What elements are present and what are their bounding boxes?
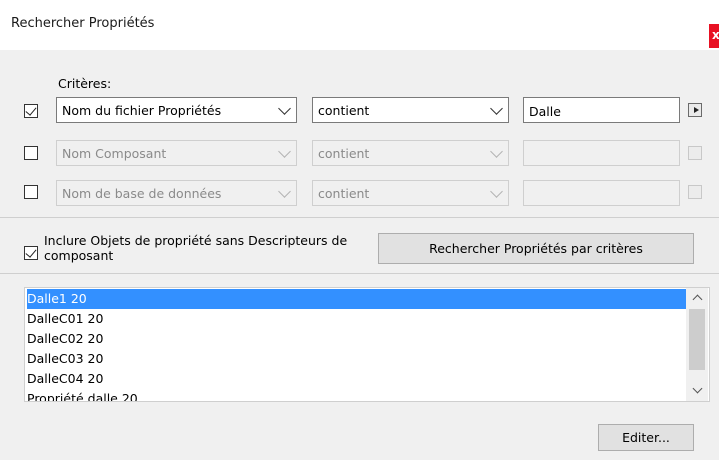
criteria-row1-operator-value: contient (318, 103, 370, 118)
criteria-row3-checkbox[interactable] (24, 185, 38, 199)
criteria-row1-checkbox[interactable] (24, 104, 38, 118)
scroll-down-button[interactable] (686, 381, 708, 401)
criteria-row1-field-select[interactable]: Nom du fichier Propriétés (56, 97, 297, 123)
include-objects-label: Inclure Objets de propriété sans Descrip… (44, 233, 348, 263)
criteria-row3-field-select[interactable]: Nom de base de données (56, 180, 297, 206)
section-divider (0, 273, 719, 274)
list-item[interactable]: Propriété dalle 20 (27, 389, 138, 401)
criteria-row1-operator-select[interactable]: contient (312, 97, 509, 123)
scrollbar-thumb[interactable] (689, 309, 705, 370)
criteria-label: Critères: (58, 76, 112, 91)
search-by-criteria-button[interactable]: Rechercher Propriétés par critères (378, 233, 694, 264)
close-button[interactable]: x (709, 24, 719, 48)
criteria-row1-menu-button[interactable] (688, 103, 702, 117)
chevron-down-icon (278, 185, 291, 198)
include-objects-checkbox[interactable] (24, 246, 38, 260)
criteria-row2-field-select[interactable]: Nom Composant (56, 140, 297, 166)
criteria-row2-value-input[interactable] (523, 140, 680, 166)
chevron-down-icon (278, 145, 291, 158)
scroll-up-button[interactable] (686, 288, 708, 308)
criteria-row2-operator-select[interactable]: contient (312, 140, 509, 166)
criteria-row3-field-value: Nom de base de données (62, 186, 222, 201)
play-arrow-icon (694, 107, 699, 113)
criteria-row2-menu-button[interactable] (688, 146, 702, 160)
criteria-row3-operator-select[interactable]: contient (312, 180, 509, 206)
list-item[interactable]: DalleC03 20 (27, 349, 103, 369)
criteria-row3-operator-value: contient (318, 186, 370, 201)
chevron-down-icon (278, 102, 291, 115)
list-item[interactable]: Dalle1 20 (27, 289, 687, 309)
chevron-down-icon (490, 185, 503, 198)
criteria-row1-value-input[interactable]: Dalle (523, 97, 680, 123)
chevron-down-icon (490, 145, 503, 158)
criteria-row3-value-input[interactable] (523, 180, 680, 206)
list-item[interactable]: DalleC02 20 (27, 329, 103, 349)
edit-button[interactable]: Editer... (598, 424, 694, 451)
section-divider (0, 217, 719, 218)
window-title: Rechercher Propriétés (11, 16, 155, 31)
list-item[interactable]: DalleC04 20 (27, 369, 103, 389)
criteria-row2-field-value: Nom Composant (62, 146, 167, 161)
criteria-row3-menu-button[interactable] (688, 185, 702, 199)
criteria-row1-field-value: Nom du fichier Propriétés (62, 103, 222, 118)
criteria-row2-checkbox[interactable] (24, 146, 38, 160)
chevron-up-icon (692, 294, 703, 305)
chevron-down-icon (692, 383, 703, 394)
list-item[interactable]: DalleC01 20 (27, 309, 103, 329)
criteria-row1-value-text: Dalle (529, 104, 561, 119)
results-list[interactable]: Dalle1 20 DalleC01 20 DalleC02 20 DalleC… (24, 287, 710, 402)
chevron-down-icon (490, 102, 503, 115)
criteria-row2-operator-value: contient (318, 146, 370, 161)
